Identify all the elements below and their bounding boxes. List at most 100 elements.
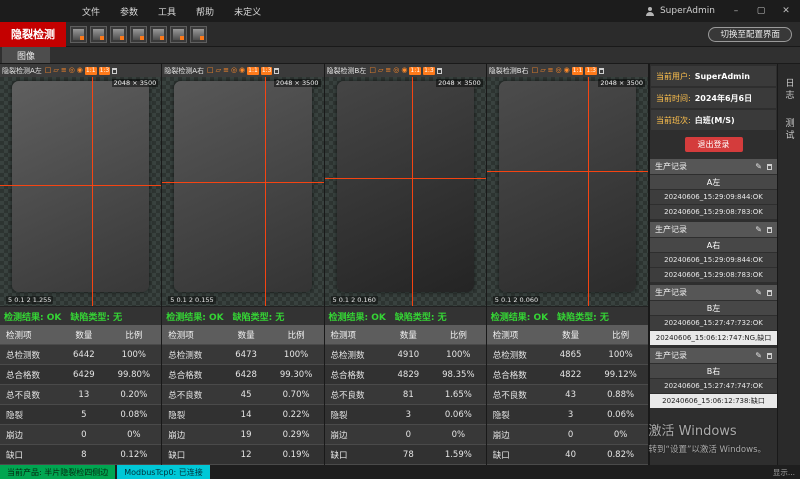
shape-roi-icon[interactable]: ▱ — [540, 67, 545, 74]
crosshair-vertical — [92, 77, 93, 306]
stats-cell: 6428 — [224, 370, 269, 380]
stats-header-cell: 检测项 — [0, 329, 61, 341]
thumbnail-grid-icon[interactable] — [70, 26, 87, 43]
panel-title: 隐裂检测A左 — [2, 66, 42, 76]
stats-cell: 6429 — [61, 370, 106, 380]
layers-icon[interactable] — [170, 26, 187, 43]
record-section-title: 生产记录 — [655, 224, 687, 235]
stats-cell: 总不良数 — [325, 389, 386, 401]
sidebar-records: 生产记录✎A左20240606_15:29:09:844:OK20240606_… — [650, 156, 777, 408]
zoom-preset-badge[interactable]: 1:1 — [409, 67, 421, 75]
delete-records-icon[interactable] — [767, 227, 772, 233]
stats-row: 总不良数130.20% — [0, 385, 161, 405]
list-icon[interactable]: ≡ — [223, 67, 229, 74]
crosshair-horizontal — [325, 178, 486, 179]
menu-item[interactable]: 帮助 — [186, 0, 224, 22]
switch-to-config-button[interactable]: 切换至配置界面 — [708, 27, 792, 42]
record-row[interactable]: 20240606_15:06:12:738:缺口 — [650, 394, 777, 408]
logout-button[interactable]: 退出登录 — [685, 137, 743, 152]
delete-image-icon[interactable] — [274, 68, 279, 74]
rect-roi-icon[interactable]: □ — [369, 67, 376, 74]
record-section-header: 生产记录✎ — [650, 159, 777, 174]
shape-roi-icon[interactable]: ▱ — [378, 67, 383, 74]
eye-icon[interactable]: ◉ — [564, 67, 570, 74]
side-tab[interactable]: 日志 — [783, 74, 796, 106]
camera-a-icon[interactable] — [110, 26, 127, 43]
stats-row: 总合格数642899.30% — [162, 365, 323, 385]
zoom-preset-badge[interactable]: 1:3 — [585, 67, 597, 75]
zoom-preset-badge[interactable]: 1:3 — [423, 67, 435, 75]
camera-image[interactable]: 2048 × 35005 0.1 2 0.160 — [325, 77, 486, 306]
stats-cell: 隐裂 — [0, 409, 61, 421]
glass-sheet — [499, 81, 636, 292]
edit-icon[interactable]: ✎ — [755, 351, 762, 360]
camera-c-icon[interactable] — [150, 26, 167, 43]
close-icon[interactable] — [776, 0, 796, 22]
edit-icon[interactable]: ✎ — [755, 225, 762, 234]
stats-cell: 0 — [386, 430, 431, 440]
save-icon[interactable] — [90, 26, 107, 43]
edit-icon[interactable]: ✎ — [755, 288, 762, 297]
delete-records-icon[interactable] — [767, 164, 772, 170]
record-row[interactable]: 20240606_15:29:09:844:OK — [650, 190, 777, 204]
tab-image[interactable]: 图像 — [2, 47, 50, 63]
search-report-icon[interactable] — [190, 26, 207, 43]
camera-image[interactable]: 2048 × 35005 0.1 2 0.060 — [487, 77, 648, 306]
shape-roi-icon[interactable]: ▱ — [216, 67, 221, 74]
stats-cell: 0.19% — [269, 450, 324, 460]
list-icon[interactable]: ≡ — [385, 67, 391, 74]
zoom-preset-badge[interactable]: 1:1 — [85, 67, 97, 75]
rect-roi-icon[interactable]: □ — [207, 67, 214, 74]
list-icon[interactable]: ≡ — [61, 67, 67, 74]
shape-roi-icon[interactable]: ▱ — [53, 67, 58, 74]
circle-roi-icon[interactable]: ◎ — [393, 67, 399, 74]
delete-image-icon[interactable] — [437, 68, 442, 74]
stats-cell: 13 — [61, 390, 106, 400]
edit-icon[interactable]: ✎ — [755, 162, 762, 171]
zoom-preset-badge[interactable]: 1:3 — [261, 67, 273, 75]
delete-records-icon[interactable] — [767, 353, 772, 359]
camera-image[interactable]: 2048 × 35005 0.1 2 1.255 — [0, 77, 161, 306]
camera-b-icon[interactable] — [130, 26, 147, 43]
zoom-preset-badge[interactable]: 1:1 — [572, 67, 584, 75]
stats-cell: 总检测数 — [162, 349, 223, 361]
menu-item[interactable]: 未定义 — [224, 0, 271, 22]
crosshair-horizontal — [0, 185, 161, 186]
record-row[interactable]: 20240606_15:27:47:732:OK — [650, 316, 777, 330]
camera-image[interactable]: 2048 × 35005 0.1 2 0.155 — [162, 77, 323, 306]
stats-cell: 4829 — [386, 370, 431, 380]
delete-image-icon[interactable] — [112, 68, 117, 74]
delete-records-icon[interactable] — [767, 290, 772, 296]
eye-icon[interactable]: ◉ — [401, 67, 407, 74]
record-row[interactable]: 20240606_15:29:08:783:OK — [650, 205, 777, 219]
record-row[interactable]: 20240606_15:06:12:747:NG,缺口 — [650, 331, 777, 345]
panel-title: 隐裂检测B右 — [489, 66, 529, 76]
zoom-preset-badge[interactable]: 1:3 — [99, 67, 111, 75]
circle-roi-icon[interactable]: ◎ — [555, 67, 561, 74]
rect-roi-icon[interactable]: □ — [45, 67, 52, 74]
eye-icon[interactable]: ◉ — [77, 67, 83, 74]
delete-image-icon[interactable] — [599, 68, 604, 74]
stats-cell: 总检测数 — [325, 349, 386, 361]
record-row[interactable]: 20240606_15:29:09:844:OK — [650, 253, 777, 267]
menu-item[interactable]: 文件 — [72, 0, 110, 22]
record-row[interactable]: 20240606_15:27:47:747:OK — [650, 379, 777, 393]
info-row: 当前用户:SuperAdmin — [651, 66, 776, 86]
circle-roi-icon[interactable]: ◎ — [69, 67, 75, 74]
eye-icon[interactable]: ◉ — [239, 67, 245, 74]
maximize-icon[interactable] — [751, 0, 771, 22]
record-row[interactable]: 20240606_15:29:08:783:OK — [650, 268, 777, 282]
menu-item[interactable]: 工具 — [148, 0, 186, 22]
minimize-icon[interactable] — [726, 0, 746, 22]
rect-roi-icon[interactable]: □ — [532, 67, 539, 74]
menu-item[interactable]: 参数 — [110, 0, 148, 22]
info-value: 2024年6月6日 — [695, 93, 752, 104]
list-icon[interactable]: ≡ — [548, 67, 554, 74]
zoom-preset-badge[interactable]: 1:1 — [247, 67, 259, 75]
glass-sheet — [12, 81, 149, 292]
stats-cell: 崩边 — [325, 429, 386, 441]
circle-roi-icon[interactable]: ◎ — [231, 67, 237, 74]
crosshair-vertical — [588, 77, 589, 306]
status-bar: 当前产品: 半片隐裂检四侧边 ModbusTcp0: 已连接 显示... — [0, 465, 800, 479]
side-tab[interactable]: 测试 — [783, 114, 796, 146]
